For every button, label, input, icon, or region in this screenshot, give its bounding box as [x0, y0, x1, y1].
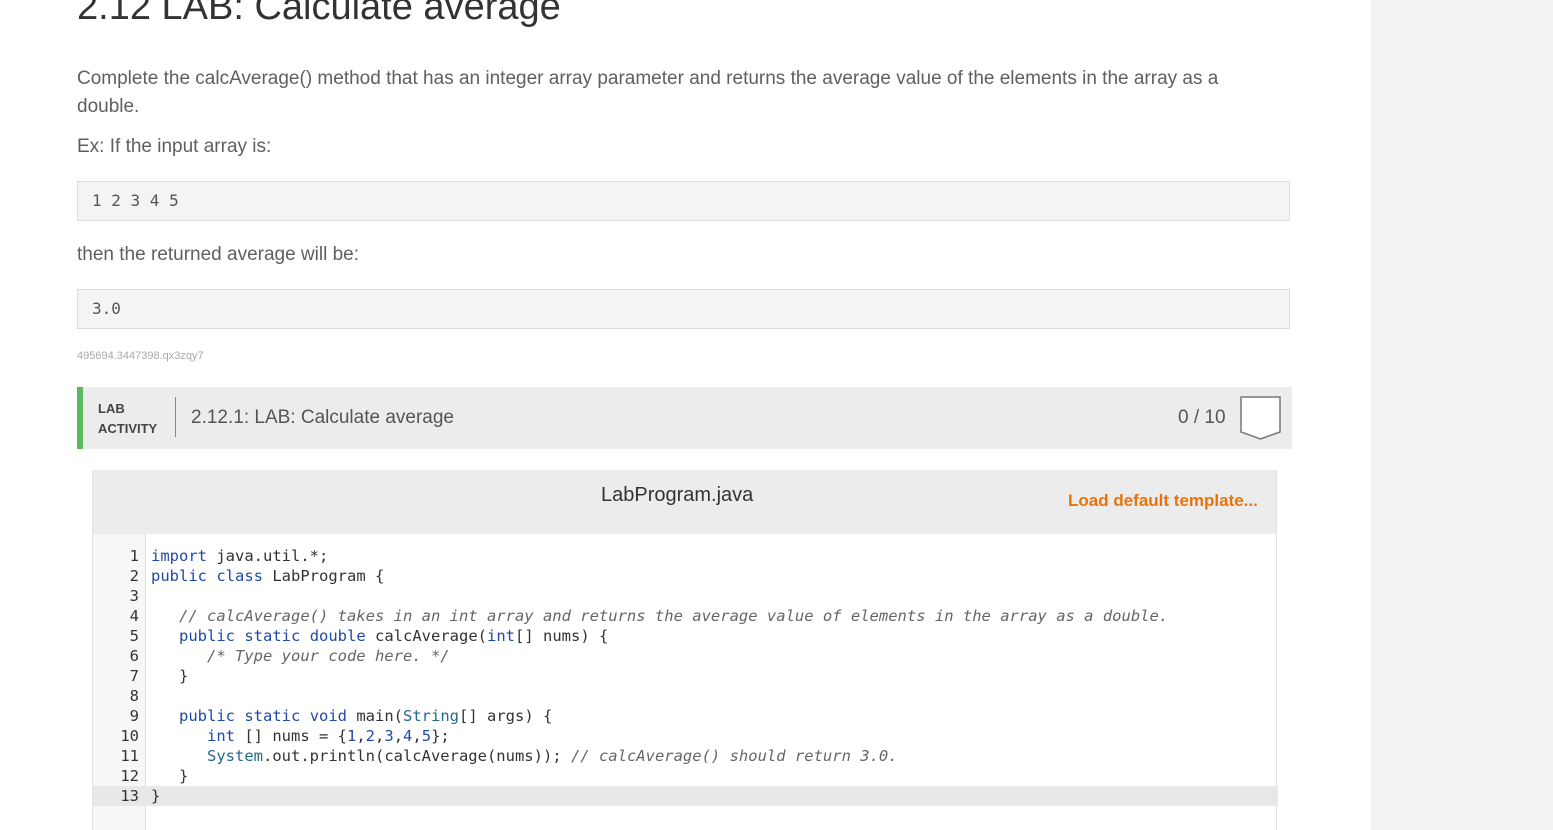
lab-tag-line2: ACTIVITY	[98, 421, 158, 436]
line-number: 5	[129, 627, 139, 645]
line-number: 10	[120, 727, 139, 745]
page-title: 2.12 LAB: Calculate average	[77, 0, 561, 28]
example-output-box: 3.0	[77, 289, 1290, 329]
line-number: 2	[129, 567, 139, 585]
line-number: 7	[129, 667, 139, 685]
line-number: 8	[129, 687, 139, 705]
code-line[interactable]: 12 }	[93, 766, 1278, 786]
result-intro: then the returned average will be:	[77, 244, 360, 265]
code-line[interactable]: 3	[93, 586, 1278, 606]
code-line[interactable]: 1 import java.util.*;	[93, 546, 1278, 566]
lab-activity-tag: LAB ACTIVITY	[98, 399, 157, 439]
code-line[interactable]: 11 System.out.println(calcAverage(nums))…	[93, 746, 1278, 766]
completion-badge-icon	[1240, 396, 1281, 440]
lab-tag-line1: LAB	[98, 401, 125, 416]
lab-activity-name: 2.12.1: LAB: Calculate average	[191, 407, 455, 428]
code-text[interactable]: // calcAverage() takes in an int array a…	[151, 606, 1168, 626]
lab-description: Complete the calcAverage() method that h…	[77, 68, 1219, 117]
example-intro: Ex: If the input array is:	[77, 136, 272, 157]
line-number: 9	[129, 707, 139, 725]
code-text[interactable]: public static double calcAverage(int[] n…	[151, 626, 608, 646]
example-input-box: 1 2 3 4 5	[77, 181, 1290, 221]
code-line[interactable]: 4 // calcAverage() takes in an int array…	[93, 606, 1278, 626]
lab-score: 0 / 10	[1178, 407, 1226, 428]
code-line[interactable]: 8	[93, 686, 1278, 706]
code-editor-panel: LabProgram.java Load default template...…	[92, 470, 1278, 830]
lab-activity-header: LAB ACTIVITY 2.12.1: LAB: Calculate aver…	[77, 387, 1292, 449]
code-text[interactable]: public class LabProgram {	[151, 566, 384, 586]
code-line[interactable]: 7 }	[93, 666, 1278, 686]
code-text[interactable]: }	[151, 766, 188, 786]
code-text[interactable]: }	[151, 666, 188, 686]
code-editor[interactable]: 1 import java.util.*; 2 public class LabPro…	[93, 546, 1278, 806]
code-text[interactable]: }	[151, 786, 160, 806]
line-number: 4	[129, 607, 139, 625]
editor-toolbar: LabProgram.java Load default template...	[93, 470, 1276, 534]
hash-id: 495694.3447398.qx3zqy7	[77, 350, 204, 362]
lab-header-divider	[175, 397, 176, 437]
code-line[interactable]: 13}	[93, 786, 1278, 806]
code-text[interactable]: import java.util.*;	[151, 546, 328, 566]
line-number: 12	[120, 767, 139, 785]
code-line[interactable]: 6 /* Type your code here. */	[93, 646, 1278, 666]
right-sidebar-panel	[1371, 0, 1553, 830]
code-line[interactable]: 9 public static void main(String[] args)…	[93, 706, 1278, 726]
line-number: 3	[129, 587, 139, 605]
code-line[interactable]: 2 public class LabProgram {	[93, 566, 1278, 586]
code-line[interactable]: 5 public static double calcAverage(int[]…	[93, 626, 1278, 646]
load-default-template-button[interactable]: Load default template...	[1068, 491, 1258, 511]
file-name: LabProgram.java	[601, 484, 754, 506]
line-number: 11	[120, 747, 139, 765]
code-text[interactable]: int [] nums = {1,2,3,4,5};	[151, 726, 450, 746]
code-text[interactable]: System.out.println(calcAverage(nums)); /…	[151, 746, 898, 766]
code-text[interactable]: public static void main(String[] args) {	[151, 706, 552, 726]
code-line[interactable]: 10 int [] nums = {1,2,3,4,5};	[93, 726, 1278, 746]
code-text[interactable]: /* Type your code here. */	[151, 646, 450, 666]
line-number: 1	[129, 547, 139, 565]
line-number: 13	[120, 787, 139, 805]
line-number: 6	[129, 647, 139, 665]
